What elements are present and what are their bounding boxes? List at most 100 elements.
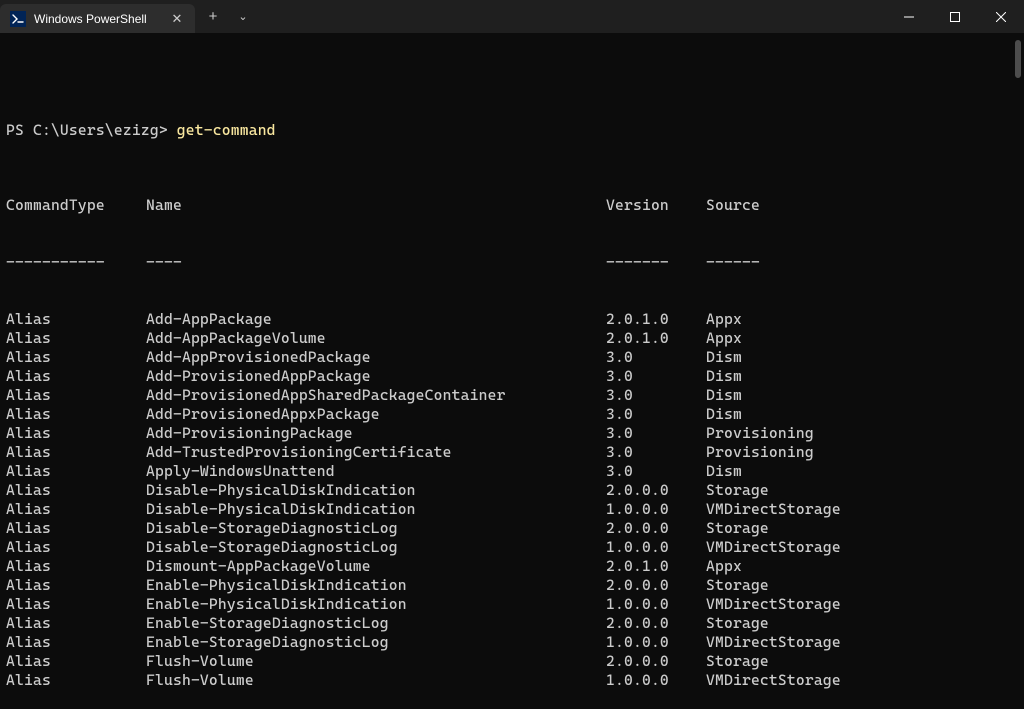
cell-name: Flush-Volume	[146, 652, 606, 671]
cell-source: Appx	[706, 329, 742, 348]
terminal-output[interactable]: PS C:\Users\ezizg> get-command CommandTy…	[0, 33, 1024, 709]
maximize-button[interactable]	[932, 0, 978, 33]
close-window-button[interactable]	[978, 0, 1024, 33]
cell-version: 2.0.0.0	[606, 481, 706, 500]
header-row: CommandTypeNameVersionSource	[6, 196, 1024, 215]
col-header-source: Source	[706, 196, 760, 215]
cell-name: Add-ProvisionedAppSharedPackageContainer	[146, 386, 606, 405]
cell-type: Alias	[6, 462, 146, 481]
table-row: AliasAdd-ProvisioningPackage3.0Provision…	[6, 424, 1024, 443]
cell-name: Disable-PhysicalDiskIndication	[146, 481, 606, 500]
cell-version: 3.0	[606, 443, 706, 462]
command-output-rows: AliasAdd-AppPackage2.0.1.0AppxAliasAdd-A…	[6, 310, 1024, 690]
cell-name: Disable-PhysicalDiskIndication	[146, 500, 606, 519]
new-tab-button[interactable]: +	[203, 8, 223, 25]
entered-command: get-command	[177, 121, 276, 139]
col-header-version: Version	[606, 196, 706, 215]
prompt-prefix: PS C:\Users\ezizg>	[6, 121, 177, 139]
cell-source: Provisioning	[706, 424, 814, 443]
cell-version: 2.0.0.0	[606, 614, 706, 633]
cell-source: Provisioning	[706, 443, 814, 462]
window-controls	[886, 0, 1024, 33]
tab-bar-actions: + ⌄	[203, 0, 253, 33]
cell-version: 3.0	[606, 367, 706, 386]
cell-source: Appx	[706, 310, 742, 329]
cell-version: 2.0.1.0	[606, 329, 706, 348]
cell-type: Alias	[6, 367, 146, 386]
table-row: AliasFlush-Volume1.0.0.0VMDirectStorage	[6, 671, 1024, 690]
cell-version: 3.0	[606, 462, 706, 481]
cell-name: Add-AppPackage	[146, 310, 606, 329]
table-row: AliasAdd-TrustedProvisioningCertificate3…	[6, 443, 1024, 462]
header-underline-row: ----------------------------	[6, 253, 1024, 272]
cell-source: VMDirectStorage	[706, 500, 841, 519]
scrollbar[interactable]	[1014, 40, 1022, 535]
cell-source: VMDirectStorage	[706, 595, 841, 614]
table-row: AliasEnable-PhysicalDiskIndication2.0.0.…	[6, 576, 1024, 595]
cell-type: Alias	[6, 386, 146, 405]
cell-version: 2.0.0.0	[606, 652, 706, 671]
cell-source: VMDirectStorage	[706, 671, 841, 690]
powershell-icon	[10, 11, 26, 27]
cell-source: Dism	[706, 386, 742, 405]
cell-version: 3.0	[606, 386, 706, 405]
col-header-type: CommandType	[6, 196, 146, 215]
cell-type: Alias	[6, 329, 146, 348]
cell-type: Alias	[6, 500, 146, 519]
cell-type: Alias	[6, 443, 146, 462]
cell-name: Disable-StorageDiagnosticLog	[146, 519, 606, 538]
cell-type: Alias	[6, 557, 146, 576]
cell-source: Storage	[706, 481, 769, 500]
close-tab-button[interactable]: ✕	[169, 11, 185, 27]
cell-name: Add-ProvisioningPackage	[146, 424, 606, 443]
cell-name: Enable-StorageDiagnosticLog	[146, 614, 606, 633]
table-row: AliasAdd-ProvisionedAppxPackage3.0Dism	[6, 405, 1024, 424]
cell-version: 3.0	[606, 405, 706, 424]
cell-version: 2.0.1.0	[606, 310, 706, 329]
cell-source: Dism	[706, 367, 742, 386]
prompt-line: PS C:\Users\ezizg> get-command	[6, 121, 1024, 140]
cell-name: Enable-PhysicalDiskIndication	[146, 595, 606, 614]
cell-version: 1.0.0.0	[606, 633, 706, 652]
cell-type: Alias	[6, 310, 146, 329]
table-row: AliasFlush-Volume2.0.0.0Storage	[6, 652, 1024, 671]
minimize-button[interactable]	[886, 0, 932, 33]
cell-source: Storage	[706, 576, 769, 595]
cell-type: Alias	[6, 576, 146, 595]
cell-version: 3.0	[606, 348, 706, 367]
table-row: AliasDismount-AppPackageVolume2.0.1.0App…	[6, 557, 1024, 576]
cell-type: Alias	[6, 652, 146, 671]
cell-type: Alias	[6, 633, 146, 652]
cell-name: Enable-StorageDiagnosticLog	[146, 633, 606, 652]
cell-name: Flush-Volume	[146, 671, 606, 690]
cell-name: Add-TrustedProvisioningCertificate	[146, 443, 606, 462]
tab-title: Windows PowerShell	[34, 12, 161, 26]
cell-name: Dismount-AppPackageVolume	[146, 557, 606, 576]
table-row: AliasDisable-PhysicalDiskIndication2.0.0…	[6, 481, 1024, 500]
cell-source: Storage	[706, 519, 769, 538]
table-row: AliasEnable-StorageDiagnosticLog2.0.0.0S…	[6, 614, 1024, 633]
cell-version: 2.0.1.0	[606, 557, 706, 576]
cell-source: VMDirectStorage	[706, 633, 841, 652]
cell-type: Alias	[6, 348, 146, 367]
cell-name: Add-ProvisionedAppxPackage	[146, 405, 606, 424]
title-bar: Windows PowerShell ✕ + ⌄	[0, 0, 1024, 33]
cell-name: Add-ProvisionedAppPackage	[146, 367, 606, 386]
cell-name: Add-AppProvisionedPackage	[146, 348, 606, 367]
col-header-name: Name	[146, 196, 606, 215]
table-row: AliasAdd-AppProvisionedPackage3.0Dism	[6, 348, 1024, 367]
tab-dropdown-button[interactable]: ⌄	[233, 10, 253, 23]
scrollbar-thumb[interactable]	[1015, 40, 1021, 78]
table-row: AliasApply-WindowsUnattend3.0Dism	[6, 462, 1024, 481]
cell-source: Appx	[706, 557, 742, 576]
table-row: AliasAdd-ProvisionedAppPackage3.0Dism	[6, 367, 1024, 386]
cell-name: Enable-PhysicalDiskIndication	[146, 576, 606, 595]
terminal-tab[interactable]: Windows PowerShell ✕	[0, 4, 195, 33]
cell-version: 1.0.0.0	[606, 595, 706, 614]
cell-source: Storage	[706, 652, 769, 671]
cell-version: 1.0.0.0	[606, 500, 706, 519]
cell-type: Alias	[6, 614, 146, 633]
cell-name: Apply-WindowsUnattend	[146, 462, 606, 481]
table-row: AliasDisable-StorageDiagnosticLog2.0.0.0…	[6, 519, 1024, 538]
cell-version: 1.0.0.0	[606, 671, 706, 690]
